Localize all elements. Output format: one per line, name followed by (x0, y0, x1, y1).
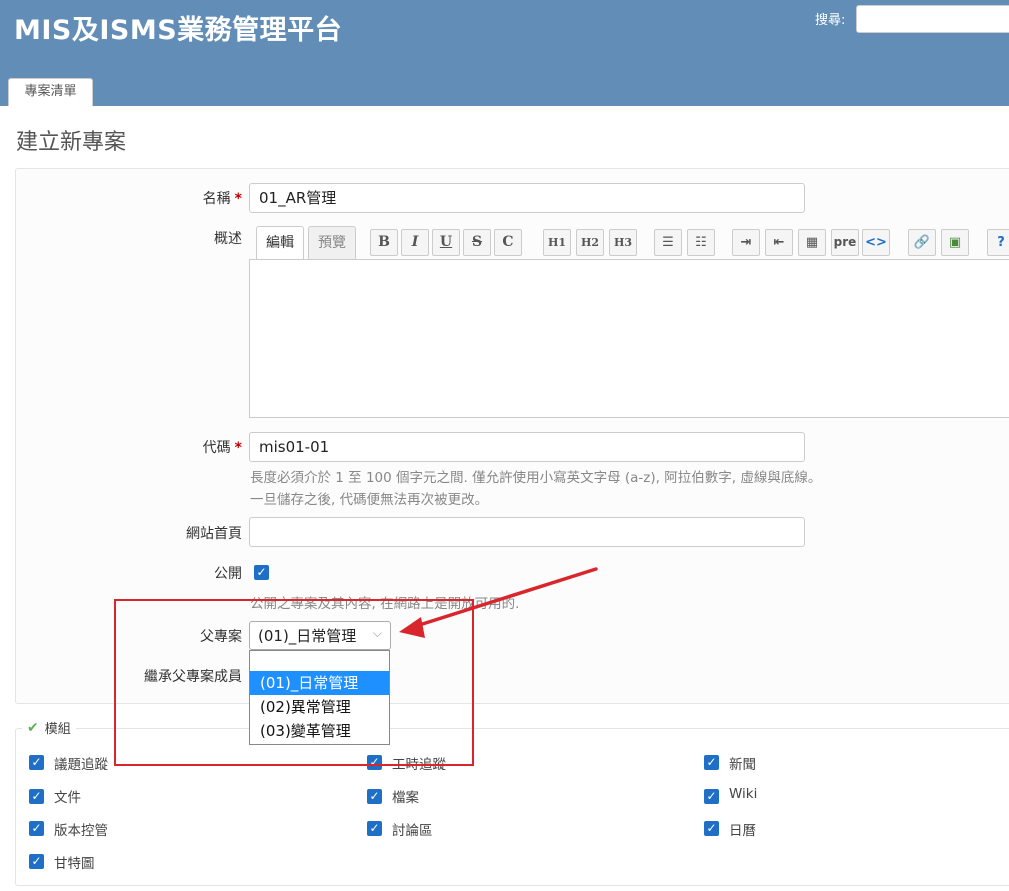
pre-button[interactable]: pre (831, 229, 859, 256)
parent-project-select[interactable]: (01)_日常管理 ⌵ (249, 621, 391, 650)
heading3-button[interactable]: H3 (609, 229, 637, 256)
search-input[interactable] (856, 5, 1009, 33)
module-label: 日曆 (729, 823, 756, 839)
identifier-field[interactable]: mis01-01 (249, 432, 805, 462)
module-label: 檔案 (392, 790, 419, 806)
dropdown-option[interactable] (250, 651, 389, 671)
module-checkbox-files[interactable]: ✓ (367, 789, 382, 804)
table-icon[interactable]: ▦ (798, 229, 826, 256)
module-label: 討論區 (392, 823, 433, 839)
modules-legend[interactable]: ✔ 模組 (22, 718, 76, 737)
identifier-label: 代碼 * (202, 440, 242, 456)
homepage-field[interactable] (249, 517, 805, 547)
app-title: MIS及ISMS業務管理平台 (14, 15, 343, 46)
ordered-list-icon[interactable]: ☷ (687, 229, 715, 256)
module-checkbox-repository[interactable]: ✓ (29, 821, 44, 836)
public-label: 公開 (214, 566, 242, 582)
module-checkbox-news[interactable]: ✓ (704, 755, 719, 770)
help-icon[interactable]: ? (987, 229, 1009, 256)
page-title: 建立新專案 (16, 130, 127, 155)
name-label: 名稱 * (202, 191, 242, 207)
outdent-icon[interactable]: ⇤ (765, 229, 793, 256)
module-label: Wiki (729, 786, 758, 802)
heading2-button[interactable]: H2 (576, 229, 604, 256)
search-label: 搜尋: (815, 13, 846, 28)
module-checkbox-time-tracking[interactable]: ✓ (367, 755, 382, 770)
module-label: 版本控管 (54, 823, 108, 839)
dropdown-option[interactable]: (02)異常管理 (250, 695, 389, 719)
code-block-icon[interactable]: <> (862, 229, 890, 256)
heading1-button[interactable]: H1 (543, 229, 571, 256)
italic-button[interactable]: I (401, 229, 429, 256)
underline-button[interactable]: U (432, 229, 460, 256)
inherit-members-label: 繼承父專案成員 (144, 669, 242, 685)
dropdown-option[interactable]: (03)變革管理 (250, 719, 389, 743)
module-label: 文件 (54, 790, 81, 806)
description-label: 概述 (214, 231, 242, 247)
code-button[interactable]: C (494, 229, 522, 256)
tab-edit[interactable]: 編輯 (256, 226, 304, 260)
dropdown-option[interactable]: (01)_日常管理 (250, 671, 389, 695)
module-checkbox-calendar[interactable]: ✓ (704, 821, 719, 836)
unordered-list-icon[interactable]: ☰ (654, 229, 682, 256)
parent-project-dropdown: (01)_日常管理 (02)異常管理 (03)變革管理 (249, 650, 390, 745)
module-checkbox-wiki[interactable]: ✓ (704, 789, 719, 804)
link-icon[interactable]: 🔗 (908, 229, 936, 256)
identifier-hint-2: 一旦儲存之後, 代碼便無法再次被更改。 (250, 492, 489, 508)
chevron-down-icon: ⌵ (372, 626, 382, 640)
module-checkbox-issue-tracking[interactable]: ✓ (29, 755, 44, 770)
module-checkbox-boards[interactable]: ✓ (367, 821, 382, 836)
identifier-hint-1: 長度必須介於 1 至 100 個字元之間. 僅允許使用小寫英文字母 (a-z),… (250, 470, 822, 486)
module-label: 工時追蹤 (392, 757, 446, 773)
module-checkbox-documents[interactable]: ✓ (29, 789, 44, 804)
module-checkbox-gantt[interactable]: ✓ (29, 854, 44, 869)
modules-legend-label: 模組 (44, 722, 71, 737)
module-label: 新聞 (729, 757, 756, 773)
strikethrough-button[interactable]: S (463, 229, 491, 256)
parent-selected-value: (01)_日常管理 (258, 627, 357, 645)
public-checkbox[interactable]: ✓ (254, 565, 269, 580)
tab-preview[interactable]: 預覽 (308, 226, 356, 260)
homepage-label: 網站首頁 (186, 526, 242, 542)
indent-icon[interactable]: ⇥ (732, 229, 760, 256)
top-header: MIS及ISMS業務管理平台 搜尋: 專案清單 (0, 0, 1009, 106)
module-label: 甘特圖 (54, 856, 95, 872)
name-field[interactable]: 01_AR管理 (249, 183, 805, 213)
check-icon: ✔ (27, 719, 39, 736)
public-hint: 公開之專案及其內容, 在網路上是開放可用的. (250, 596, 520, 612)
image-icon[interactable]: ▣ (941, 229, 969, 256)
modules-fieldset (15, 728, 1009, 886)
bold-button[interactable]: B (370, 229, 398, 256)
parent-label: 父專案 (200, 629, 242, 645)
description-textarea[interactable] (249, 259, 1009, 418)
tab-project-list[interactable]: 專案清單 (8, 78, 93, 106)
module-label: 議題追蹤 (54, 757, 108, 773)
